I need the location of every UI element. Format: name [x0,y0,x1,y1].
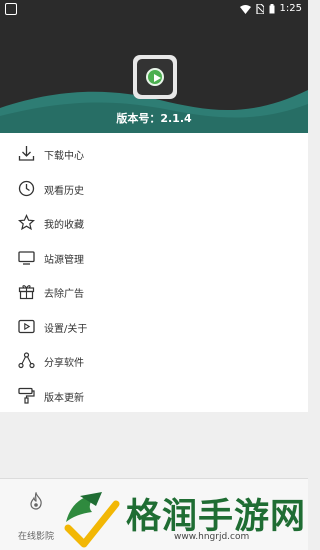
menu-item-favorites[interactable]: 我的收藏 [0,205,308,240]
menu-item-label: 设置/关于 [44,323,88,335]
menu-item-label: 观看历史 [44,185,84,197]
menu-item-label: 去除广告 [44,289,84,300]
menu-item-label: 版本更新 [44,392,84,404]
download-icon [18,146,35,161]
status-time: 1:25 [279,3,302,14]
monitor-icon [18,250,35,265]
menu-item-source-management[interactable]: 站源管理 [0,240,308,275]
wifi-icon [239,4,251,14]
notification-icon [5,3,17,15]
battery-icon [269,3,275,13]
status-bar: 1:25 [0,0,308,18]
watermark-logo-icon [64,492,120,548]
menu-list: 下载中心 观看历史 我的收藏 站源管理 去除广告 设置/关于 分享软件 版本更新 [0,133,308,412]
menu-item-label: 下载中心 [44,151,84,162]
menu-item-remove-ads[interactable]: 去除广告 [0,274,308,309]
tab-label: 在线影院 [17,532,54,542]
flame-icon [30,492,42,510]
menu-item-version-update[interactable]: 版本更新 [0,378,308,413]
gift-icon [18,285,35,300]
profile-header: 1:25 版本号：2.1.4 [0,0,308,133]
share-icon [18,352,35,369]
menu-item-settings-about[interactable]: 设置/关于 [0,309,308,344]
tab-online-cinema[interactable]: 在线影院 [10,487,62,547]
watermark-url: www.hngrjd.com [174,532,250,542]
app-logo-icon [133,55,177,99]
menu-item-label: 分享软件 [44,358,84,369]
star-icon [18,214,35,231]
status-icons: 1:25 [239,3,302,14]
clock-icon [18,180,35,196]
no-sim-icon [255,3,264,14]
menu-item-share-app[interactable]: 分享软件 [0,343,308,378]
menu-item-label: 我的收藏 [44,220,84,231]
play-settings-icon [18,319,35,333]
menu-item-label: 站源管理 [44,254,84,266]
paint-roller-icon [18,387,35,404]
menu-item-download-center[interactable]: 下载中心 [0,136,308,171]
menu-item-watch-history[interactable]: 观看历史 [0,171,308,206]
version-label: 版本号：2.1.4 [116,112,192,125]
